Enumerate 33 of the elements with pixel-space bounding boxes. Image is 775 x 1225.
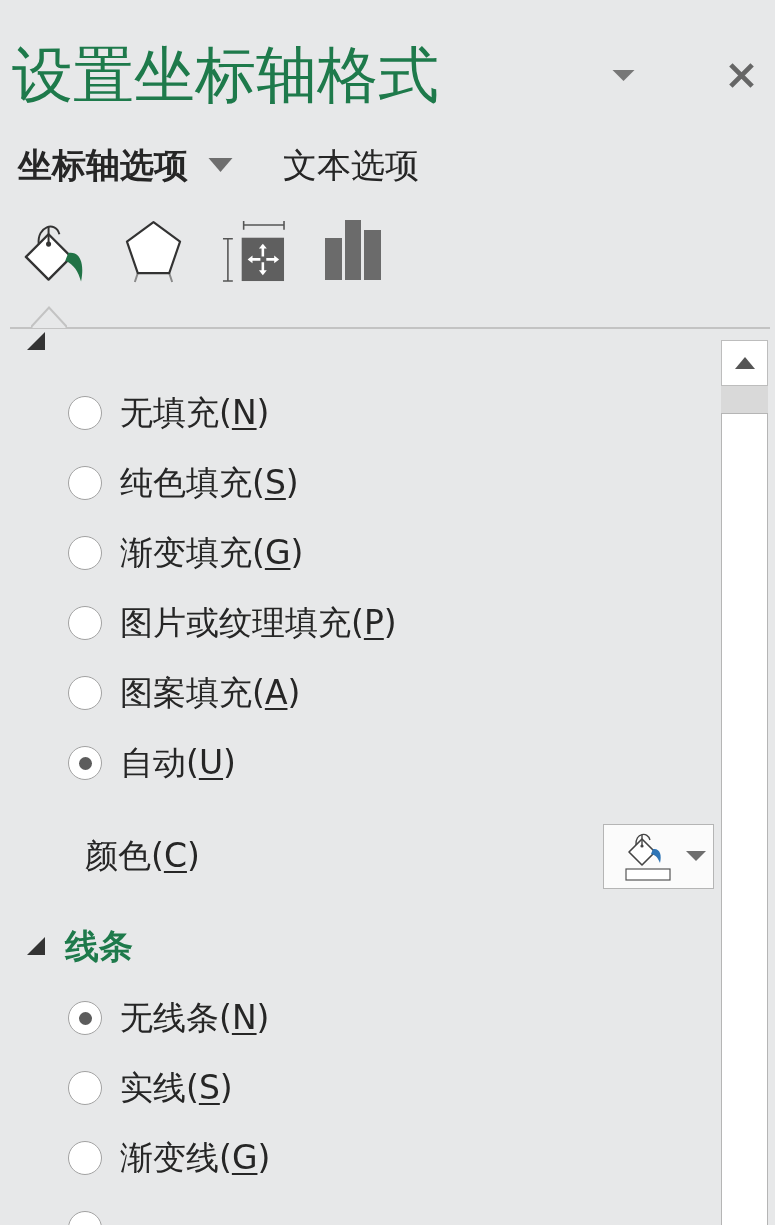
option-label: 图片或纹理填充(P)	[120, 602, 397, 644]
radio-button[interactable]	[68, 606, 102, 640]
radio-button[interactable]	[68, 466, 102, 500]
radio-button[interactable]	[68, 676, 102, 710]
section-header[interactable]: 线条	[27, 924, 133, 968]
scroll-up-button[interactable]	[721, 340, 768, 386]
radio-button[interactable]	[68, 1001, 102, 1035]
close-icon[interactable]	[728, 61, 755, 89]
fill-color-button[interactable]	[603, 823, 714, 889]
radio-button[interactable]	[68, 536, 102, 570]
option-label: 自动(U)	[120, 742, 236, 784]
pentagon-icon[interactable]	[125, 220, 182, 283]
size-arrows-icon[interactable]	[222, 220, 285, 283]
caret-icon[interactable]	[612, 69, 635, 81]
radio-button[interactable]	[68, 1071, 102, 1105]
option-label: 实线(S)	[120, 1067, 233, 1109]
pane-title: 设置坐标轴格式	[12, 38, 439, 112]
color-label: 颜色(C)	[85, 835, 200, 877]
bar-chart-icon[interactable]	[325, 220, 381, 280]
radio-button[interactable]	[68, 396, 102, 430]
option-label: 纯色填充(S)	[120, 462, 299, 504]
option-label: 无线条(N)	[120, 997, 270, 1039]
radio-button[interactable]	[68, 746, 102, 780]
option-label: 渐变线(G)	[120, 1137, 271, 1179]
caret-icon	[686, 851, 706, 861]
option-label: 无填充(N)	[120, 392, 270, 434]
tab[interactable]: 坐标轴选项	[18, 143, 233, 187]
radio-button[interactable]	[68, 1141, 102, 1175]
up-arrow-icon	[734, 357, 755, 369]
tab[interactable]: 文本选项	[283, 143, 419, 187]
expand-triangle-icon[interactable]	[27, 332, 45, 350]
option-label: 图案填充(A)	[120, 672, 301, 714]
option-label: 渐变填充(G)	[120, 532, 304, 574]
